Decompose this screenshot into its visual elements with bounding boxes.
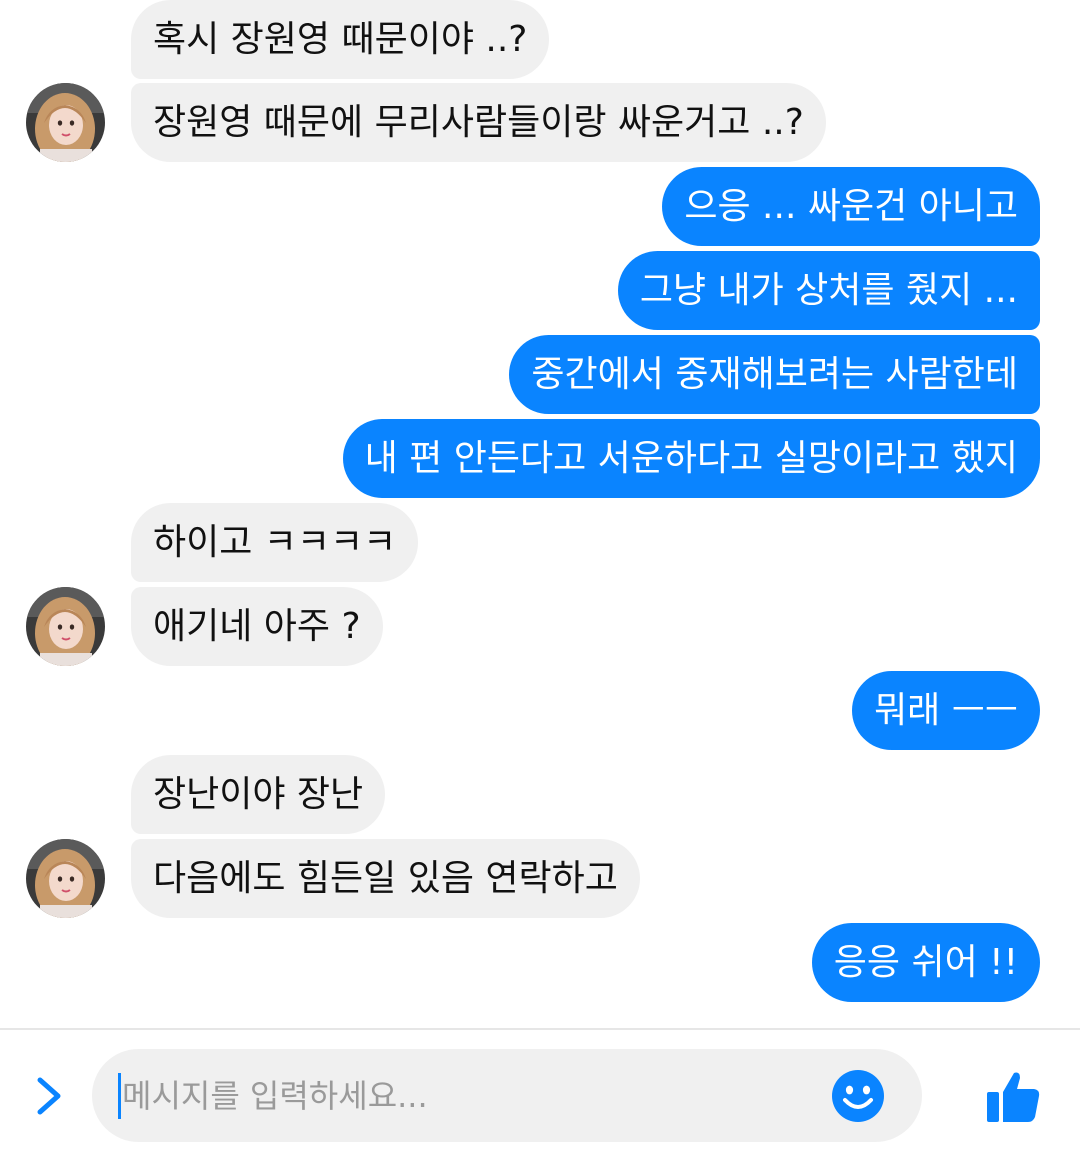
message-input[interactable] (122, 1049, 802, 1142)
contact-avatar[interactable] (26, 83, 105, 162)
emoji-button[interactable] (830, 1068, 886, 1124)
like-button[interactable] (984, 1068, 1042, 1126)
thumbs-up-icon (987, 1072, 1040, 1122)
incoming-message[interactable]: 장난이야 장난 (131, 755, 386, 834)
chevron-right-icon (37, 1077, 61, 1115)
incoming-message[interactable]: 장원영 때문에 무리사람들이랑 싸운거고 ..? (131, 83, 826, 162)
incoming-message[interactable]: 다음에도 힘든일 있음 연락하고 (131, 839, 640, 918)
smiley-icon (832, 1070, 884, 1122)
outgoing-message[interactable]: 그냥 내가 상처를 줬지 ... (617, 251, 1040, 330)
contact-avatar[interactable] (26, 587, 105, 666)
incoming-message[interactable]: 혹시 장원영 때문이야 ..? (131, 0, 550, 79)
contact-avatar[interactable] (26, 839, 105, 918)
outgoing-message[interactable]: 중간에서 중재해보려는 사람한테 (509, 335, 1040, 414)
message-input-container[interactable] (92, 1049, 922, 1142)
outgoing-message[interactable]: 내 편 안든다고 서운하다고 실망이라고 했지 (342, 419, 1040, 498)
message-list: 혹시 장원영 때문이야 ..? 장원영 때문에 무리사람들이랑 싸운거고 ..?… (0, 0, 1080, 1028)
outgoing-message[interactable]: 뭐래 ㅡㅡ (852, 671, 1040, 750)
expand-actions-button[interactable] (28, 1074, 68, 1118)
message-composer (0, 1030, 1080, 1157)
incoming-message[interactable]: 애기네 아주 ? (131, 587, 383, 666)
outgoing-message[interactable]: 응응 쉬어 !! (811, 923, 1040, 1002)
text-caret (118, 1073, 121, 1119)
outgoing-message[interactable]: 으응 ... 싸운건 아니고 (662, 167, 1040, 246)
incoming-message[interactable]: 하이고 ㅋㅋㅋㅋ (131, 503, 419, 582)
